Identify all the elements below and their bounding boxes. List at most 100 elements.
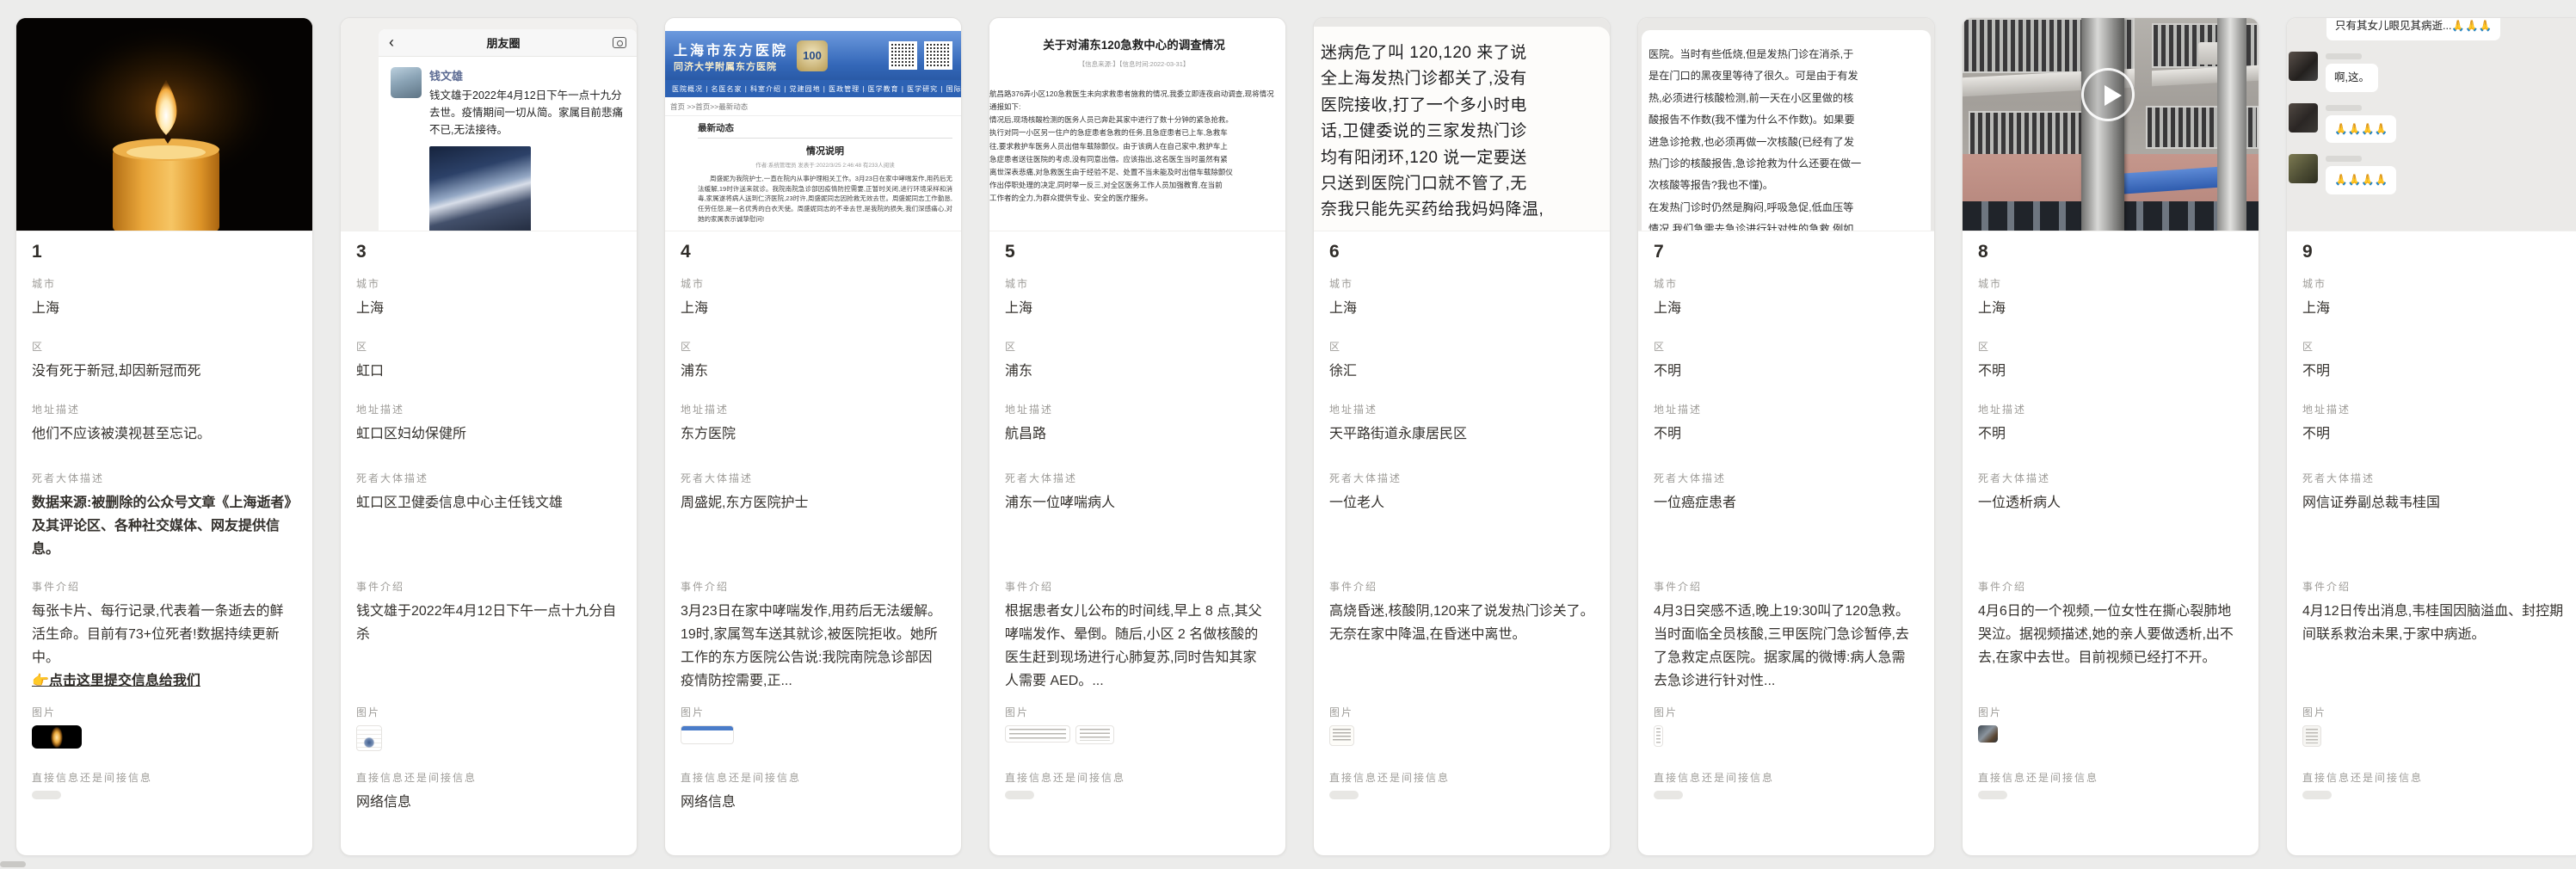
camera-icon: [613, 37, 626, 48]
field-value-deceased: 虹口区卫健委信息中心主任钱文雄: [356, 491, 621, 515]
image-attachment-thumbnail[interactable]: [1005, 725, 1070, 743]
card-number: 4: [681, 242, 946, 276]
image-attachment-thumbnail[interactable]: [356, 725, 382, 751]
anniversary-emblem: 100: [797, 40, 828, 71]
image-attachment-thumbnail[interactable]: [32, 725, 82, 749]
field-label-district: 区: [2302, 339, 2567, 353]
cover-chat-text-screenshot: 迷病危了叫 120,120 来了说 全上海发热门诊都关了,没有 医院接收,打了一…: [1314, 18, 1610, 231]
cover-weibo-text-screenshot: 医院。当时有些低烧,但是发热门诊在消杀,于 是在门口的黑夜里等待了很久。可是由于…: [1638, 18, 1934, 231]
card-number: 8: [1978, 242, 2243, 276]
field-label-deceased: 死者大体描述: [2302, 471, 2567, 484]
field-label-deceased: 死者大体描述: [356, 471, 621, 484]
poster-avatar: [391, 67, 422, 98]
card-number: 6: [1329, 242, 1594, 276]
field-label-deceased: 死者大体描述: [681, 471, 946, 484]
field-value-event: 3月23日在家中哮喘发作,用药后无法缓解。19时,家属驾车送其就诊,被医院拒收。…: [681, 600, 946, 693]
field-label-address: 地址描述: [1978, 402, 2243, 416]
horizontal-scrollbar-thumb[interactable]: [0, 861, 26, 867]
field-label-address: 地址描述: [356, 402, 621, 416]
field-value-event: 每张卡片、每行记录,代表着一条逝去的鲜活生命。目前有73+位死者!数据持续更新中…: [32, 600, 297, 669]
field-label-image: 图片: [681, 705, 946, 718]
moments-title: 朋友圈: [486, 34, 520, 51]
field-value-city: 上海: [32, 297, 297, 320]
empty-value-pill: [2302, 791, 2332, 799]
record-card-3[interactable]: ‹ 朋友圈 钱文雄 钱文雄于2022年4月12日下午一点十九分去世。疫情期间一切…: [340, 17, 638, 856]
field-value-event: 4月3日突感不适,晚上19:30叫了120急救。当时面临全员核酸,三甲医院门急诊…: [1654, 600, 1919, 693]
field-value-event: 钱文雄于2022年4月12日下午一点十九分自杀: [356, 600, 621, 646]
image-attachment-thumbnail[interactable]: [681, 725, 734, 744]
moments-post-photo: [429, 146, 531, 231]
hospital-subtitle: 同济大学附属东方医院: [674, 59, 788, 73]
field-value-address: 不明: [2302, 422, 2567, 446]
back-chevron-icon: ‹: [389, 34, 394, 52]
field-value-district: 浦东: [681, 360, 946, 383]
chat-bubble: 啊,这。: [2326, 64, 2378, 92]
breadcrumb: 首页 >>首页>>最新动态: [665, 97, 961, 116]
field-value-district: 不明: [1978, 360, 2243, 383]
record-card-4[interactable]: 上海市东方医院 同济大学附属东方医院 100 医院概况 | 名医名家 | 科室介…: [664, 17, 962, 856]
empty-value-pill: [32, 791, 61, 799]
empty-value-pill: [1329, 791, 1359, 799]
play-button-icon[interactable]: [2081, 68, 2135, 121]
document-meta: 【信息来源:】【信息时间:2022-03-31】: [989, 59, 1279, 69]
field-label-deceased: 死者大体描述: [32, 471, 297, 484]
field-value-city: 上海: [1978, 297, 2243, 320]
field-label-event: 事件介绍: [1005, 579, 1270, 593]
news-section-heading: 最新动态: [698, 121, 952, 139]
field-value-city: 上海: [1005, 297, 1270, 320]
notice-title: 情况说明: [698, 144, 952, 157]
record-card-1[interactable]: 1 城市上海 区没有死于新冠,却因新冠而死 地址描述他们不应该被漠视甚至忘记。 …: [15, 17, 313, 856]
field-label-address: 地址描述: [2302, 402, 2567, 416]
field-label-event: 事件介绍: [1654, 579, 1919, 593]
field-label-image: 图片: [1978, 705, 2243, 718]
field-value-address: 不明: [1654, 422, 1919, 446]
image-attachment-thumbnail[interactable]: [1654, 725, 1663, 747]
chat-bubble: 只有其女儿眼见其病逝...🙏🙏🙏: [2326, 18, 2500, 40]
notice-meta: 作者:系统管理员 发表于:2022/3/25 2:46:48 有233人阅读: [698, 160, 952, 169]
field-label-district: 区: [681, 339, 946, 353]
image-attachment-thumbnail[interactable]: [1329, 725, 1354, 746]
card-number: 5: [1005, 242, 1270, 276]
record-card-9[interactable]: 只有其女儿眼见其病逝...🙏🙏🙏 啊,这。 🙏🙏🙏🙏 🙏🙏🙏🙏 9 城市上海 区…: [2286, 17, 2576, 856]
field-value-address: 虹口区妇幼保健所: [356, 422, 621, 446]
cover-video-thumbnail: [1963, 18, 2259, 231]
field-value-deceased: 浦东一位哮喘病人: [1005, 491, 1270, 515]
candle-illustration: [16, 18, 312, 231]
field-value-city: 上海: [356, 297, 621, 320]
field-label-direct: 直接信息还是间接信息: [32, 770, 297, 784]
field-label-deceased: 死者大体描述: [1329, 471, 1594, 484]
field-label-district: 区: [1005, 339, 1270, 353]
field-label-image: 图片: [32, 705, 297, 718]
record-card-5[interactable]: 关于对浦东120急救中心的调查情况 【信息来源:】【信息时间:2022-03-3…: [989, 17, 1286, 856]
record-card-6[interactable]: 迷病危了叫 120,120 来了说 全上海发热门诊都关了,没有 医院接收,打了一…: [1313, 17, 1611, 856]
field-label-direct: 直接信息还是间接信息: [681, 770, 946, 784]
field-value-city: 上海: [1329, 297, 1594, 320]
record-card-8[interactable]: 8 城市上海 区不明 地址描述不明 死者大体描述一位透析病人 事件介绍4月6日的…: [1962, 17, 2259, 856]
field-label-city: 城市: [356, 276, 621, 290]
field-label-direct: 直接信息还是间接信息: [1005, 770, 1270, 784]
field-label-event: 事件介绍: [356, 579, 621, 593]
record-card-7[interactable]: 医院。当时有些低烧,但是发热门诊在消杀,于 是在门口的黑夜里等待了很久。可是由于…: [1637, 17, 1935, 856]
image-attachment-thumbnail[interactable]: [2302, 725, 2321, 747]
field-value-address: 他们不应该被漠视甚至忘记。: [32, 422, 297, 446]
field-value-deceased: 网信证券副总裁韦桂国: [2302, 491, 2567, 515]
field-value-deceased: 一位透析病人: [1978, 491, 2243, 515]
field-label-city: 城市: [1654, 276, 1919, 290]
card-number: 9: [2302, 242, 2567, 276]
image-attachment-thumbnail[interactable]: [1978, 725, 1998, 743]
field-value-deceased: 周盛妮,东方医院护士: [681, 491, 946, 515]
field-label-image: 图片: [1329, 705, 1594, 718]
field-value-district: 虹口: [356, 360, 621, 383]
field-label-event: 事件介绍: [32, 579, 297, 593]
card-number: 1: [32, 242, 297, 276]
site-nav-menu: 医院概况 | 名医名家 | 科室介绍 | 党建园地 | 医政管理 | 医学教育 …: [665, 80, 961, 97]
field-value-city: 上海: [2302, 297, 2567, 320]
field-label-address: 地址描述: [1005, 402, 1270, 416]
submit-info-link[interactable]: 👉点击这里提交信息给我们: [32, 669, 297, 693]
field-value-direct: 网络信息: [681, 791, 946, 814]
empty-value-pill: [1005, 791, 1034, 799]
field-label-address: 地址描述: [32, 402, 297, 416]
document-title: 关于对浦东120急救中心的调查情况: [989, 35, 1279, 52]
image-attachment-thumbnail[interactable]: [1075, 725, 1114, 744]
chat-avatar: [2289, 52, 2318, 81]
